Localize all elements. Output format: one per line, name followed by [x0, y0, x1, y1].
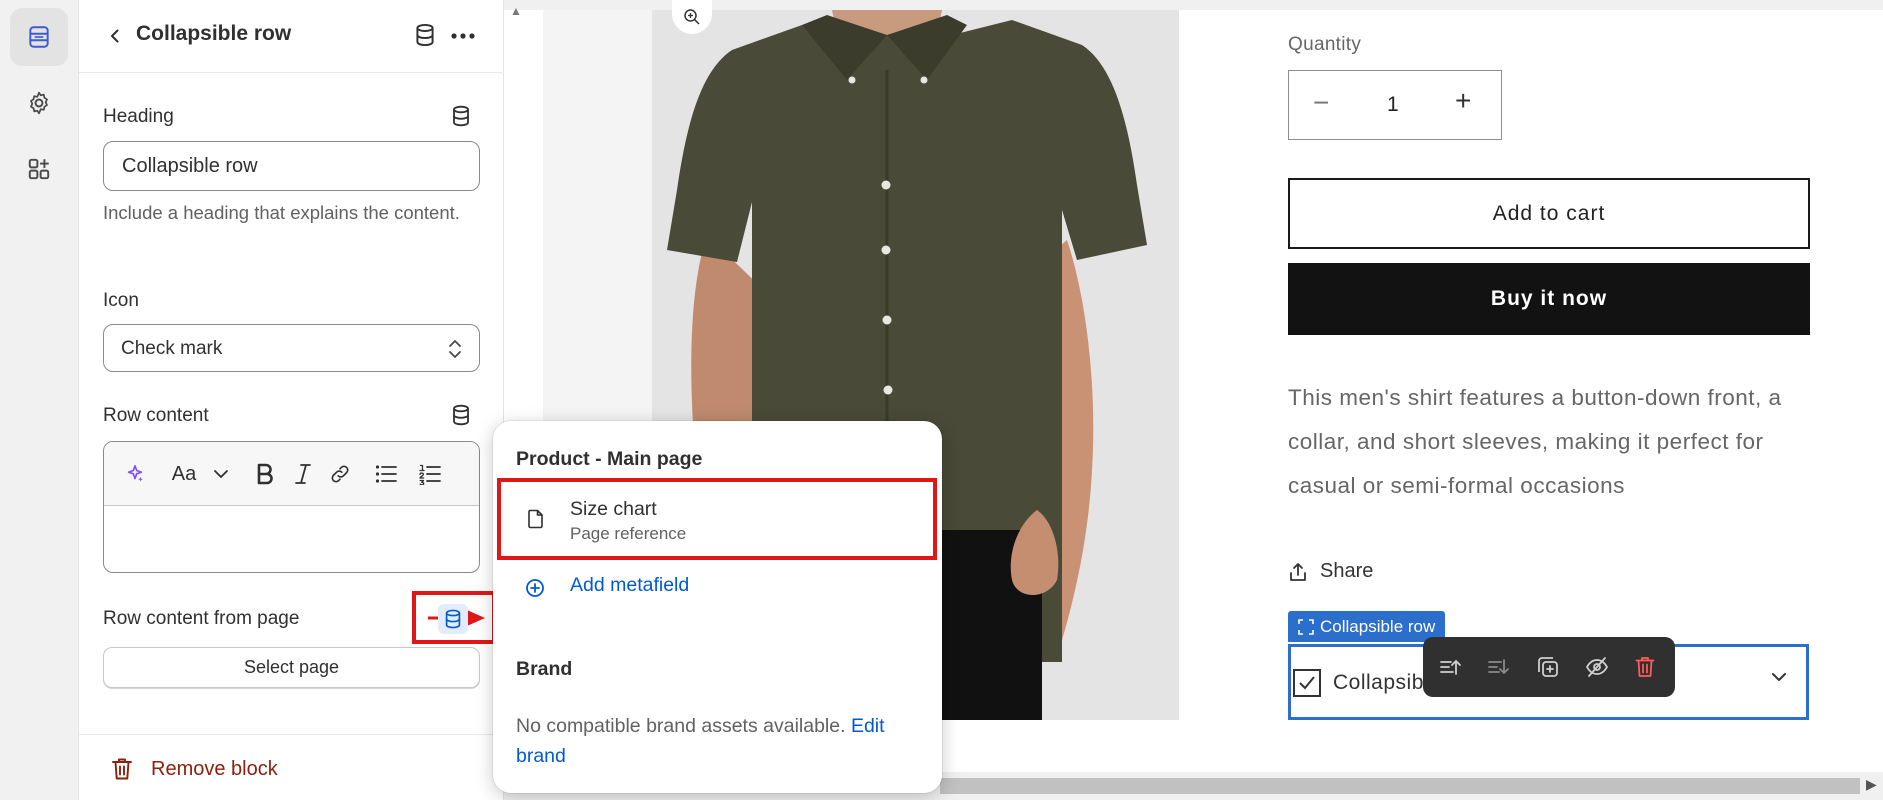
- row-content-dynamic-source-button[interactable]: [448, 402, 474, 428]
- bullet-list-button[interactable]: [372, 460, 400, 488]
- trash-icon: [112, 758, 132, 780]
- popover-section-product: Product - Main page: [516, 448, 703, 470]
- icon-select-value: Check mark: [121, 338, 223, 359]
- remove-block-button[interactable]: Remove block: [79, 734, 504, 800]
- scroll-up-arrow-icon[interactable]: ▲: [510, 4, 522, 18]
- bullet-list-icon: [375, 465, 397, 483]
- quantity-label: Quantity: [1288, 34, 1362, 55]
- numbered-list-icon: [419, 464, 441, 485]
- sections-nav-button[interactable]: [10, 8, 68, 66]
- back-button[interactable]: [101, 22, 129, 50]
- no-brand-assets-text: No compatible brand assets available. Ed…: [516, 711, 936, 771]
- chevron-down-icon: [214, 470, 228, 478]
- chevron-down-icon: [1772, 673, 1786, 681]
- check-mark-icon: [1293, 669, 1321, 697]
- row-content-rich-text-editor: Aa: [103, 441, 480, 573]
- database-icon: [453, 105, 469, 127]
- heading-help-text: Include a heading that explains the cont…: [103, 202, 460, 223]
- heading-label: Heading: [103, 106, 174, 127]
- font-style-dropdown[interactable]: [212, 460, 230, 488]
- more-actions-button[interactable]: [447, 22, 479, 50]
- page-title: Collapsible row: [136, 22, 292, 45]
- add-to-cart-button[interactable]: Add to cart: [1288, 178, 1810, 249]
- icon-label: Icon: [103, 290, 139, 311]
- rte-toolbar: Aa: [104, 442, 479, 506]
- move-down-icon: [1488, 659, 1509, 674]
- row-content-from-page-dynamic-source-button[interactable]: [438, 604, 468, 634]
- quantity-decrease-button[interactable]: −: [1313, 87, 1329, 119]
- block-frame-icon: [1298, 618, 1314, 635]
- selected-block-tag-label: Collapsible row: [1320, 616, 1436, 636]
- row-content-label: Row content: [103, 405, 209, 426]
- quantity-stepper: − 1 +: [1288, 70, 1502, 140]
- italic-icon: [295, 464, 311, 484]
- link-icon: [331, 465, 349, 483]
- move-up-icon: [1440, 660, 1461, 675]
- eye-slash-icon: [1585, 657, 1609, 677]
- share-label: Share: [1320, 560, 1374, 582]
- italic-button[interactable]: [289, 460, 317, 488]
- zoom-in-icon: [684, 9, 700, 25]
- select-page-button[interactable]: Select page: [103, 647, 480, 688]
- remove-block-label: Remove block: [151, 758, 278, 780]
- add-metafield-link[interactable]: Add metafield: [570, 574, 689, 597]
- ellipsis-icon: [451, 33, 475, 39]
- icon-select[interactable]: Check mark: [103, 324, 480, 372]
- hide-block-button[interactable]: [1583, 653, 1611, 681]
- dynamic-source-button[interactable]: [412, 22, 440, 50]
- quantity-increase-button[interactable]: +: [1455, 85, 1471, 117]
- app-icon-rail: [0, 0, 79, 800]
- gear-icon: [30, 91, 48, 115]
- link-button[interactable]: [326, 460, 354, 488]
- apps-icon: [28, 158, 50, 180]
- trash-icon: [1635, 657, 1655, 677]
- delete-block-button[interactable]: [1631, 653, 1659, 681]
- database-icon: [416, 23, 434, 47]
- heading-dynamic-source-button[interactable]: [448, 103, 474, 129]
- duplicate-button[interactable]: [1534, 653, 1562, 681]
- database-icon: [445, 609, 461, 629]
- select-chevron-icon: [449, 340, 461, 358]
- quantity-value[interactable]: 1: [1387, 93, 1399, 117]
- share-button[interactable]: Share: [1288, 560, 1373, 583]
- database-icon: [453, 404, 469, 426]
- heading-input-value: Collapsible row: [122, 155, 258, 177]
- heading-input[interactable]: Collapsible row: [103, 141, 480, 191]
- rte-content-area[interactable]: [104, 506, 479, 572]
- row-content-from-page-label: Row content from page: [103, 608, 300, 629]
- no-brand-assets-message: No compatible brand assets available.: [516, 715, 846, 737]
- apps-nav-button[interactable]: [10, 140, 68, 198]
- dynamic-source-popover: Product - Main page Size chart Page refe…: [493, 421, 942, 793]
- selected-block-tag[interactable]: Collapsible row: [1288, 611, 1446, 642]
- scrollbar-thumb[interactable]: [940, 778, 1860, 794]
- theme-settings-nav-button[interactable]: [10, 74, 68, 132]
- ai-generate-button[interactable]: [121, 460, 149, 488]
- font-style-button[interactable]: Aa: [170, 460, 198, 488]
- block-actions-toolbar: [1423, 637, 1675, 697]
- duplicate-icon: [1538, 657, 1558, 677]
- panel-header: Collapsible row: [79, 0, 504, 73]
- chevron-left-icon: [111, 29, 119, 43]
- block-settings-panel: Collapsible row Heading Collapsible row …: [79, 0, 504, 800]
- scroll-right-arrow-icon[interactable]: ▶: [1866, 776, 1877, 793]
- buy-now-button[interactable]: Buy it now: [1288, 263, 1810, 335]
- share-icon: [1290, 562, 1306, 581]
- move-up-button[interactable]: [1437, 653, 1465, 681]
- red-highlight-annotation: [497, 478, 937, 560]
- plus-circle-icon: [526, 579, 544, 597]
- numbered-list-button[interactable]: [416, 460, 444, 488]
- popover-section-brand: Brand: [516, 658, 573, 680]
- product-description: This men's shirt features a button-down …: [1288, 385, 1782, 498]
- sections-icon: [29, 26, 49, 48]
- bold-button[interactable]: [251, 460, 279, 488]
- bold-icon: [257, 463, 273, 485]
- magic-icon: [127, 464, 143, 482]
- move-down-button[interactable]: [1485, 653, 1513, 681]
